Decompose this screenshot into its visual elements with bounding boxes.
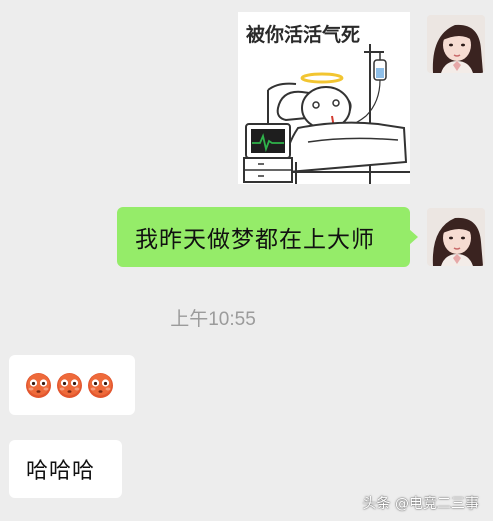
- sticker-message[interactable]: 被你活活气死: [238, 12, 410, 184]
- girl-avatar-icon: [427, 15, 485, 73]
- sent-message-bubble[interactable]: 我昨天做梦都在上大师: [117, 207, 418, 267]
- watermark: 头条 @电竞二三事: [362, 496, 479, 512]
- girl-avatar-icon: [427, 208, 485, 266]
- flushed-face-emoji-icon: [56, 372, 83, 399]
- chat-area: 被你活活气死 我昨天做梦都在上大师 上午10:55 哈哈哈 头条 @电竞二三事: [0, 0, 493, 521]
- received-message-text: 哈哈哈: [26, 459, 96, 484]
- received-message-bubble[interactable]: 哈哈哈: [9, 440, 122, 498]
- message-timestamp: 上午10:55: [170, 309, 256, 330]
- flushed-face-emoji-icon: [87, 372, 114, 399]
- avatar[interactable]: [427, 208, 485, 266]
- flushed-face-emoji-icon: [25, 372, 52, 399]
- received-message-bubble[interactable]: [9, 355, 135, 415]
- sent-message-text: 我昨天做梦都在上大师: [135, 227, 375, 253]
- sticker-caption: 被你活活气死: [246, 24, 361, 46]
- avatar[interactable]: [427, 15, 485, 73]
